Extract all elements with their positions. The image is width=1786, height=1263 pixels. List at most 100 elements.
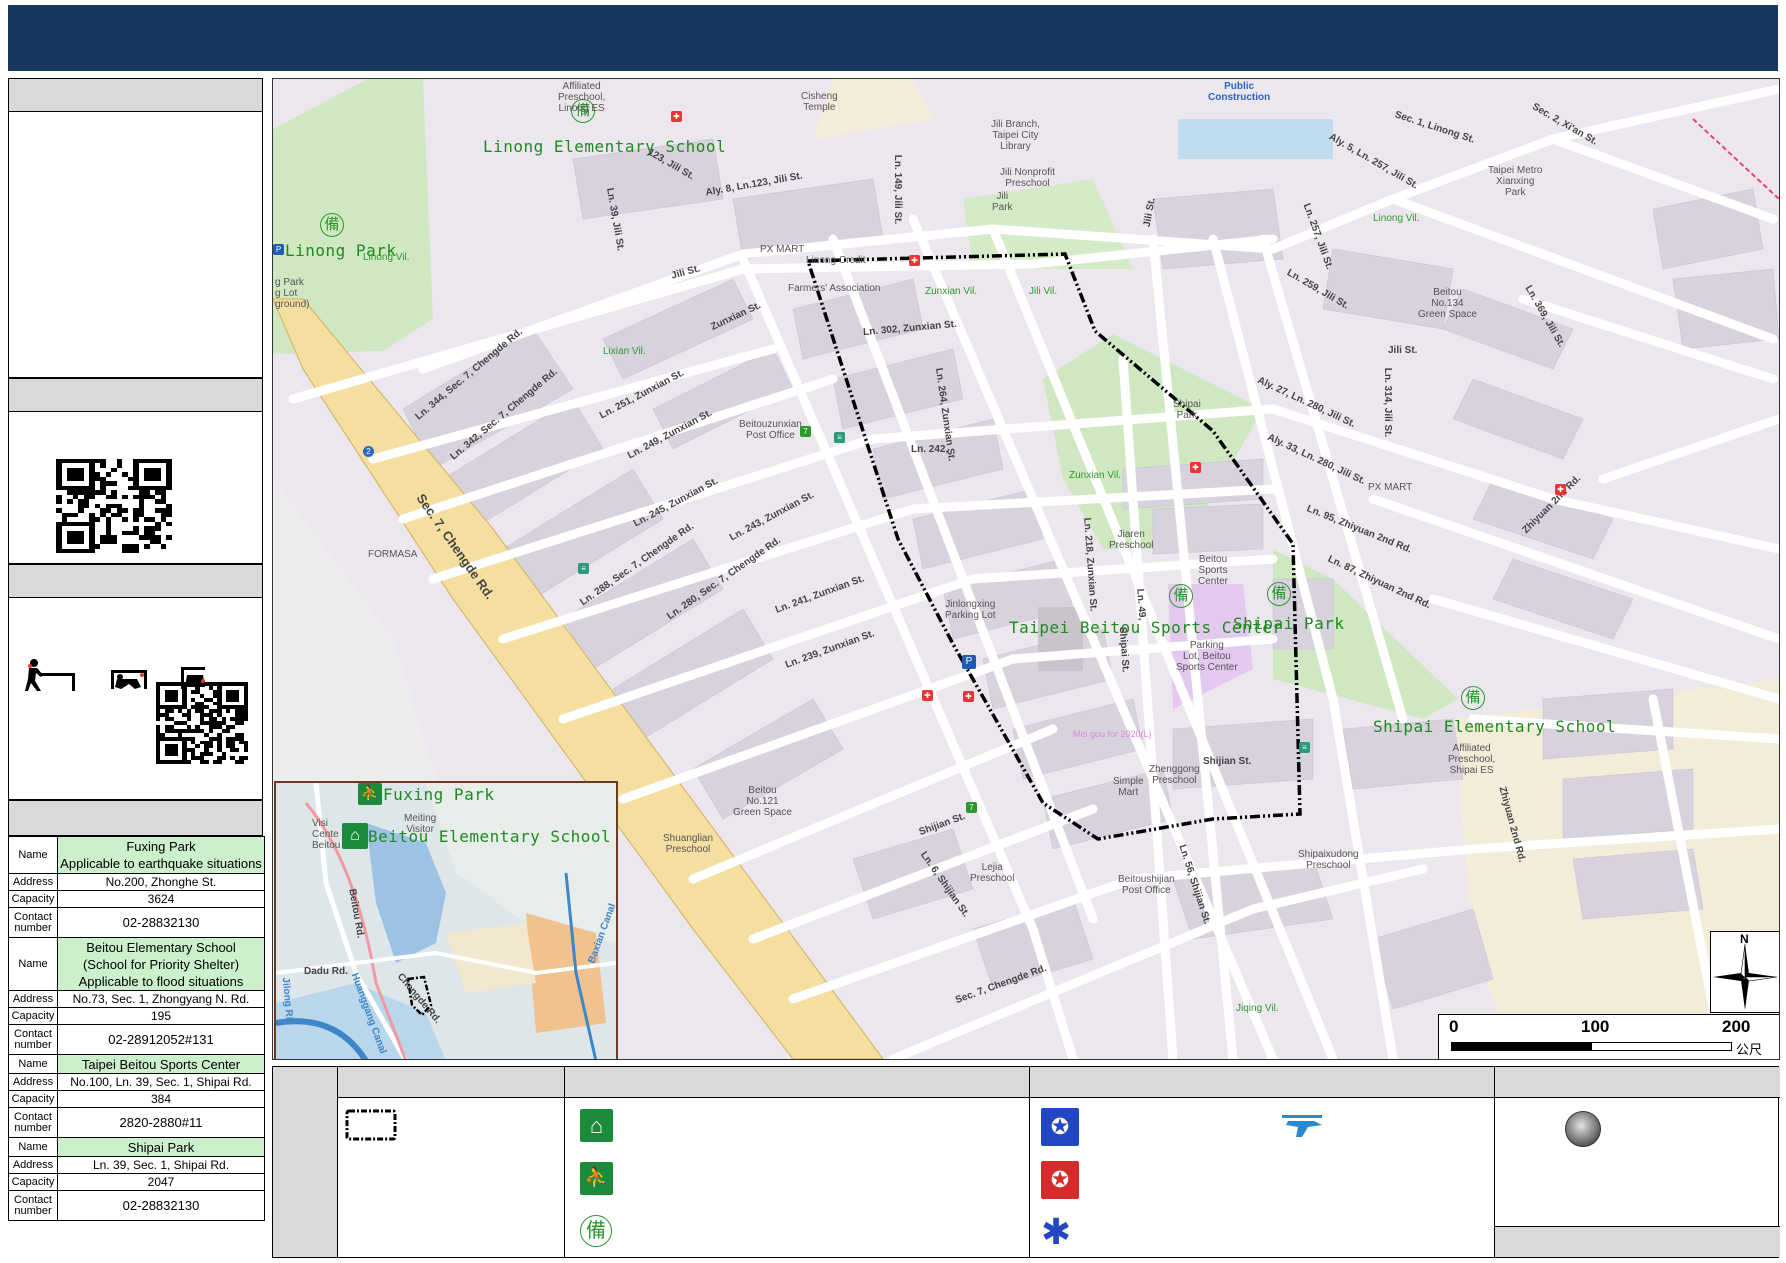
shelter-contact[interactable]: 02-28832130: [57, 907, 265, 938]
qr-code[interactable]: [56, 459, 172, 553]
poi-label: Affiliated Preschool, Linong ES: [558, 81, 606, 114]
bank-icon: ≡: [1299, 742, 1310, 753]
poi-label: FORMASA: [368, 549, 418, 560]
scale-bar: 0 100 200 公尺: [1438, 1014, 1779, 1059]
poi-label: Shipai Park: [1173, 399, 1201, 421]
parking-icon: P: [962, 655, 976, 669]
name-label: Name: [8, 937, 58, 991]
compass-rose-icon: [1713, 943, 1778, 1010]
contact-label-line: Contact: [14, 1027, 52, 1040]
street-label: Ln. 242,: [911, 444, 949, 455]
village-label: Jiqing Vil.: [1236, 1003, 1279, 1014]
village-label: Linong Vil.: [1373, 213, 1420, 224]
shelter-box-header-wrap: [8, 800, 263, 836]
contact-label: Contact number: [8, 1024, 58, 1055]
poi-label: Jiaren Preschool: [1109, 529, 1154, 551]
village-label: Jili Vil.: [1029, 286, 1058, 297]
qr-box-header: [9, 379, 262, 412]
poi-label: g Park g Lot ground): [275, 277, 310, 310]
contact-label: Contact number: [8, 907, 58, 938]
shelter-row-capacity: Capacity 3624: [8, 890, 265, 908]
capacity-label: Capacity: [8, 1090, 58, 1108]
map-label-shipai-park: Shipai Park: [1233, 614, 1345, 633]
legend-col-shelter: ⌂ ⛹ 備: [564, 1067, 1029, 1257]
gathering-point-icon: [1565, 1111, 1601, 1147]
shelter-contact[interactable]: 2820-2880#11: [57, 1107, 265, 1138]
shelter-emblem-icon: 備: [580, 1215, 612, 1247]
shelter-contact[interactable]: 02-28832130: [57, 1190, 265, 1221]
shelter-contact[interactable]: 02-28912052#131: [57, 1024, 265, 1055]
poi-label: Public Construction: [1208, 81, 1271, 103]
poi-label: Taipei Metro Xianxing Park: [1488, 165, 1543, 198]
header-bar: [8, 5, 1778, 71]
legend-col-area: [337, 1067, 564, 1257]
shelter-row-address: Address No.100, Ln. 39, Sec. 1, Shipai Rd…: [8, 1073, 265, 1091]
poi-label: Jinlongxing Parking Lot: [945, 599, 996, 621]
emergency-shelter-icon: ⛹: [358, 783, 382, 805]
poi-label: Jili Branch, Taipei City Library: [991, 119, 1040, 152]
shelter-row-contact: Contact number 2820-2880#11: [8, 1107, 265, 1138]
inset-poi: Visi Cente Beitou: [312, 818, 341, 851]
left-panel: Name Fuxing Park Applicable to earthquake …: [8, 78, 265, 1258]
village-label: Zunxian Vil.: [1069, 470, 1122, 481]
shelter-name-line: Taipei Beitou Sports Center: [81, 1056, 241, 1072]
shelter-capacity: 3624: [57, 890, 265, 908]
shelter-address: No.100, Ln. 39, Sec. 1, Shipai Rd.: [57, 1073, 265, 1091]
shelter-emblem-icon: 備: [1461, 686, 1485, 710]
shelter-row-capacity: Capacity 384: [8, 1090, 265, 1108]
name-label: Name: [8, 836, 58, 874]
shelter-building-icon: ⌂: [342, 823, 368, 849]
contact-label-line: number: [14, 1121, 52, 1134]
poi-label: Shuanglian Preschool: [663, 833, 714, 855]
fire-station-icon: ✚: [1190, 462, 1201, 473]
shelter-name: Shipai Park: [57, 1137, 265, 1157]
fire-station-icon: ✚: [963, 691, 974, 702]
shelter-name: Fuxing Park Applicable to earthquake situ…: [57, 836, 265, 874]
legend-col-shelter-head: [565, 1067, 1029, 1098]
poi-label: Beitoushijian Post Office: [1118, 874, 1175, 896]
village-label: Linong Vil.: [363, 252, 410, 263]
info-box-1-header: [9, 79, 262, 112]
poi-label: Cisheng Temple: [801, 91, 838, 113]
shelter-name-line: Shipai Park: [127, 1139, 195, 1155]
shelter-row-name: Name Shipai Park: [8, 1137, 265, 1157]
convenience-store-icon: 7: [966, 802, 977, 813]
fire-station-icon: ✚: [909, 255, 920, 266]
scale-segment: [1451, 1042, 1591, 1051]
poi-label: Jili Nonprofit Preschool: [1000, 167, 1056, 189]
emergency-shelter-icon: ⛹: [580, 1162, 613, 1195]
qr-code-2[interactable]: [156, 682, 248, 764]
safety-box: [8, 564, 263, 800]
inset-map[interactable]: ⛹ Fuxing Park Meiting Visitor Visi Cente Be…: [274, 781, 618, 1059]
poi-label: Jili Park: [992, 191, 1013, 213]
scale-100: 100: [1581, 1017, 1610, 1036]
shelter-name-line: Applicable to earthquake situations: [60, 856, 262, 871]
north-arrow: N: [1710, 931, 1779, 1013]
convenience-store-icon: 7: [800, 426, 811, 437]
poi-label: Parking Lot, Beitou Sports Center: [1176, 640, 1238, 673]
shelter-capacity: 2047: [57, 1173, 265, 1191]
bank-icon: ≡: [834, 432, 845, 443]
shelter-capacity: 195: [57, 1007, 265, 1025]
shelter-name-line: Beitou Elementary School: [86, 939, 236, 955]
poi-label: Simple Mart: [1113, 776, 1144, 798]
poi-label: Beitou No.121 Green Space: [733, 785, 792, 818]
shelter-capacity: 384: [57, 1090, 265, 1108]
legend-col-title: [273, 1067, 337, 1257]
map-area[interactable]: Linong Elementary School Linong Park Tai…: [272, 78, 1780, 1060]
street-label: Ln. 49,: [1134, 588, 1148, 621]
shelter-name-line: (School for Priority Shelter): [82, 956, 240, 972]
contact-label: Contact number: [8, 1190, 58, 1221]
scale-zero: 0: [1449, 1017, 1459, 1036]
shelter-row-name: Name Beitou Elementary School (School for …: [8, 937, 265, 991]
shelter-row-name: Name Fuxing Park Applicable to earthquake …: [8, 836, 265, 874]
address-label: Address: [8, 873, 58, 891]
poi-label: Mei gou for 2020(L): [1073, 729, 1152, 739]
legend-col-other-head: [1495, 1067, 1780, 1098]
fire-department-icon: ✪: [1041, 1161, 1079, 1199]
map-label-shipai-es: Shipai Elementary School: [1373, 717, 1617, 736]
address-label: Address: [8, 990, 58, 1008]
capacity-label: Capacity: [8, 1007, 58, 1025]
legend-col-emergency-head: [1030, 1067, 1494, 1098]
legend: ⌂ ⛹ 備 ✪ ✪ ✱: [272, 1066, 1780, 1258]
